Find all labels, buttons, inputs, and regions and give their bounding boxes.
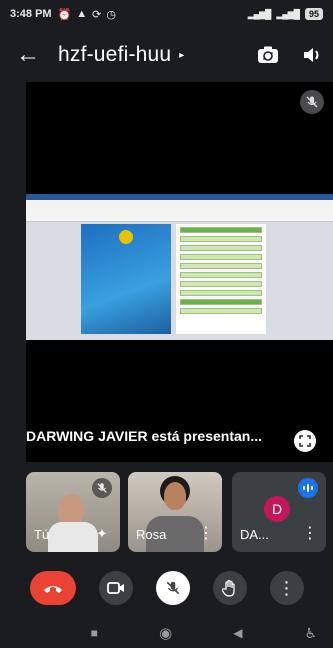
arrow-back-icon[interactable]: ← [10,41,46,69]
sync-icon: ⟳ [92,8,102,21]
avatar: D [264,496,290,522]
signal-icon-2: ▂▄▆█ [276,8,300,19]
meeting-header: ← hzf-uefi-huu ▸ [0,28,333,82]
status-bar: 3:48 PM ⏰ ▲ ⟳ ◷ ▂▄▆█ ▂▄▆█ 95 [0,0,333,28]
mic-off-icon [300,90,324,114]
battery-icon: 95 [304,8,323,20]
more-vert-icon[interactable]: ⋮ [198,524,214,544]
participant-name: Rosa [136,527,167,542]
meeting-code-title[interactable]: hzf-uefi-huu [58,43,171,67]
more-options-button[interactable]: ⋮ [269,571,304,605]
recents-icon[interactable]: ■ [91,626,98,640]
more-vert-icon[interactable]: ⋮ [302,524,318,544]
switch-camera-icon[interactable] [257,44,279,66]
signal-icon: ▂▄▆█ [247,8,272,19]
word-ribbon [26,200,333,222]
document-table-page [176,224,266,334]
accessibility-icon[interactable]: ♿ [304,625,317,642]
speaking-indicator-icon [298,478,318,498]
android-nav-bar: ■ ◉ ◀ ♿ [0,618,333,648]
home-icon[interactable]: ◉ [159,624,172,642]
participant-name: DA... [240,527,269,542]
raise-hand-button[interactable] [212,571,247,605]
participant-tile-self[interactable]: Tú ✦ [26,472,120,552]
mic-off-icon [92,478,112,498]
status-time: 3:48 PM [10,8,52,20]
chevron-right-icon[interactable]: ▸ [179,50,184,61]
warning-icon: ▲ [76,8,88,20]
presentation-view[interactable] [26,82,333,462]
end-call-button[interactable] [29,571,76,605]
microphone-muted-button[interactable] [155,571,190,605]
back-nav-icon[interactable]: ◀ [233,626,242,640]
participant-video [164,482,186,510]
alarm-icon: ⏰ [57,8,72,21]
participant-name: Tú [34,527,50,542]
effects-sparkle-icon[interactable]: ✦ [92,524,112,544]
presenter-label: DARWING JAVIER está presentan... [26,428,262,444]
seal-icon [119,230,133,244]
call-controls: ⋮ [0,565,333,611]
camera-toggle-button[interactable] [98,571,133,605]
participant-tile-da[interactable]: D DA... ⋮ [232,472,326,552]
participant-body [48,522,98,552]
fullscreen-icon[interactable] [294,430,316,452]
shared-document-screen [26,194,333,340]
clock-icon: ◷ [106,8,116,21]
document-cover-page [81,224,171,334]
participant-tile-rosa[interactable]: Rosa ⋮ [128,472,222,552]
speaker-icon[interactable] [301,44,323,66]
